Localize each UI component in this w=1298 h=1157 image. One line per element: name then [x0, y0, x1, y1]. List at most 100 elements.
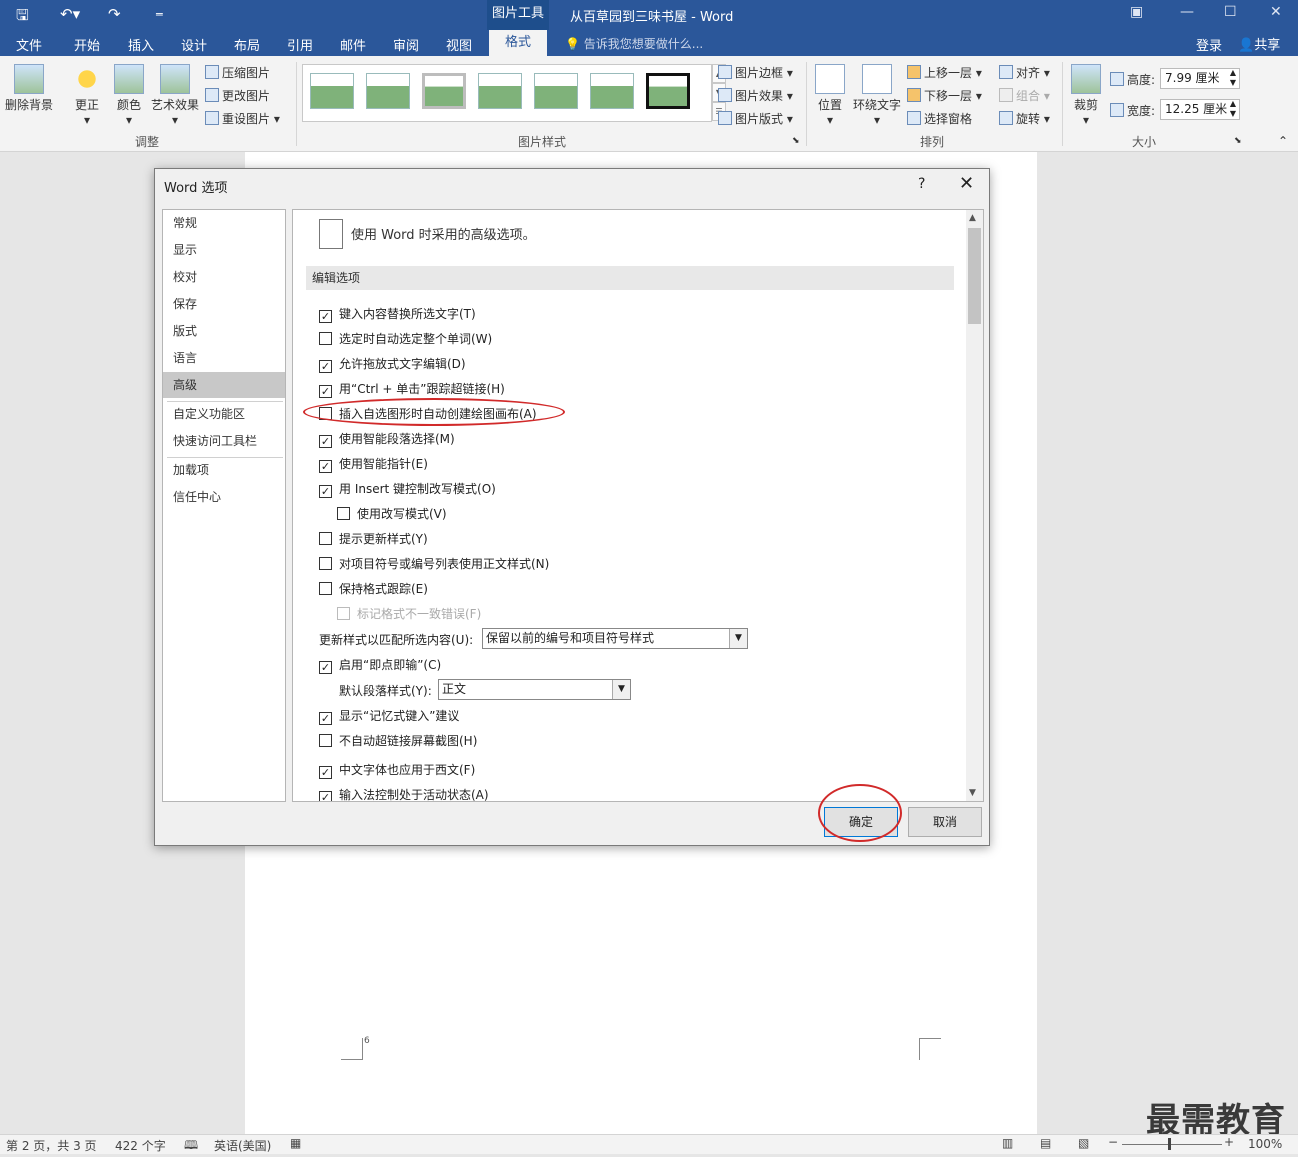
checkbox-icon[interactable]: [319, 734, 332, 747]
share-button[interactable]: 👤共享: [1238, 34, 1280, 53]
tab-references[interactable]: 引用: [287, 35, 313, 54]
crop-button[interactable]: 裁剪 ▾: [1070, 64, 1102, 127]
send-backward-button[interactable]: 下移一层 ▾: [907, 87, 982, 104]
color-button[interactable]: 颜色 ▾: [112, 64, 146, 127]
corrections-button[interactable]: 更正 ▾: [70, 64, 104, 127]
default-paragraph-select[interactable]: 正文 ▼: [438, 679, 631, 700]
word-count[interactable]: 422 个字: [115, 1137, 166, 1154]
picture-style-thumb[interactable]: [646, 73, 690, 109]
close-icon[interactable]: ✕: [959, 173, 974, 194]
selection-pane-button[interactable]: 选择窗格: [907, 110, 972, 127]
checkbox-checked-icon[interactable]: ✓: [319, 485, 332, 498]
option-normal-style-lists[interactable]: 对项目符号或编号列表使用正文样式(N): [319, 555, 549, 572]
cancel-button[interactable]: 取消: [908, 807, 982, 837]
align-button[interactable]: 对齐 ▾: [999, 64, 1050, 81]
remove-background-button[interactable]: 删除背景: [4, 64, 54, 113]
option-ctrl-click[interactable]: ✓ 用“Ctrl + 单击”跟踪超链接(H): [319, 380, 505, 398]
bring-forward-button[interactable]: 上移一层 ▾: [907, 64, 982, 81]
checkbox-icon[interactable]: [337, 507, 350, 520]
position-button[interactable]: 位置 ▾: [814, 64, 846, 127]
checkbox-icon[interactable]: [319, 557, 332, 570]
dialog-launcher-icon[interactable]: ⬊: [792, 136, 800, 146]
option-drag-drop[interactable]: ✓ 允许拖放式文字编辑(D): [319, 355, 466, 373]
tab-insert[interactable]: 插入: [128, 35, 154, 54]
picture-layout-button[interactable]: 图片版式 ▾: [718, 110, 793, 127]
help-icon[interactable]: ?: [918, 176, 925, 192]
print-layout-icon[interactable]: ▤: [1040, 1136, 1051, 1150]
chevron-down-icon[interactable]: ▼: [729, 629, 747, 648]
picture-style-thumb[interactable]: [422, 73, 466, 109]
scrollbar-thumb[interactable]: [968, 228, 981, 324]
option-auto-select-word[interactable]: 选定时自动选定整个单词(W): [319, 330, 492, 347]
option-autocomplete[interactable]: ✓ 显示“记忆式键入”建议: [319, 707, 459, 725]
option-no-hyperlink-screenshot[interactable]: 不自动超链接屏幕截图(H): [319, 732, 477, 749]
checkbox-checked-icon[interactable]: ✓: [319, 791, 332, 801]
picture-style-thumb[interactable]: [310, 73, 354, 109]
nav-trust-center[interactable]: 信任中心: [163, 484, 285, 510]
zoom-out-icon[interactable]: −: [1108, 1135, 1118, 1149]
tell-me-search[interactable]: 💡 告诉我您想要做什么...: [565, 35, 703, 52]
checkbox-checked-icon[interactable]: ✓: [319, 385, 332, 398]
macro-icon[interactable]: ▦: [290, 1136, 301, 1150]
checkbox-icon[interactable]: [319, 332, 332, 345]
zoom-slider-thumb[interactable]: [1168, 1138, 1171, 1150]
customize-qat-icon[interactable]: ═: [156, 8, 163, 21]
maximize-icon[interactable]: ☐: [1224, 4, 1237, 20]
checkbox-checked-icon[interactable]: ✓: [319, 766, 332, 779]
nav-quick-access[interactable]: 快速访问工具栏: [163, 428, 285, 454]
checkbox-checked-icon[interactable]: ✓: [319, 712, 332, 725]
nav-general[interactable]: 常规: [163, 210, 285, 236]
checkbox-icon[interactable]: [319, 582, 332, 595]
spinner-icon[interactable]: ▲ ▼: [1230, 99, 1236, 119]
checkbox-checked-icon[interactable]: ✓: [319, 310, 332, 323]
tab-layout[interactable]: 布局: [234, 35, 260, 54]
option-ime-active[interactable]: ✓ 输入法控制处于活动状态(A): [319, 786, 489, 801]
checkbox-icon[interactable]: [319, 532, 332, 545]
undo-icon[interactable]: ↶▾: [60, 5, 80, 23]
checkbox-checked-icon[interactable]: ✓: [319, 360, 332, 373]
tab-view[interactable]: 视图: [446, 35, 472, 54]
picture-style-thumb[interactable]: [590, 73, 634, 109]
close-window-icon[interactable]: ✕: [1270, 4, 1282, 20]
checkbox-checked-icon[interactable]: ✓: [319, 661, 332, 674]
rotate-button[interactable]: 旋转 ▾: [999, 110, 1050, 127]
zoom-level[interactable]: 100%: [1248, 1137, 1282, 1151]
group-button[interactable]: 组合 ▾: [999, 87, 1050, 104]
picture-style-thumb[interactable]: [534, 73, 578, 109]
option-smart-cursor[interactable]: ✓ 使用智能指针(E): [319, 455, 428, 473]
nav-addins[interactable]: 加载项: [163, 457, 285, 483]
size-launcher-icon[interactable]: ⬊: [1234, 136, 1242, 146]
nav-layout[interactable]: 版式: [163, 318, 285, 344]
redo-icon[interactable]: ↷: [108, 5, 121, 23]
nav-customize-ribbon[interactable]: 自定义功能区: [163, 401, 285, 427]
nav-display[interactable]: 显示: [163, 237, 285, 263]
picture-effects-button[interactable]: 图片效果 ▾: [718, 87, 793, 104]
nav-advanced[interactable]: 高级: [163, 372, 285, 398]
language[interactable]: 英语(美国): [214, 1137, 271, 1154]
update-style-select[interactable]: 保留以前的编号和项目符号样式 ▼: [482, 628, 748, 649]
zoom-in-icon[interactable]: +: [1224, 1135, 1234, 1149]
save-icon[interactable]: 🖫: [16, 5, 29, 30]
tab-mailings[interactable]: 邮件: [340, 35, 366, 54]
page-count[interactable]: 第 2 页，共 3 页: [6, 1137, 97, 1154]
web-layout-icon[interactable]: ▧: [1078, 1136, 1089, 1150]
collapse-ribbon-icon[interactable]: ⌃: [1278, 134, 1288, 148]
reset-picture-button[interactable]: 重设图片 ▾: [205, 110, 280, 127]
option-typing-replaces[interactable]: ✓ 键入内容替换所选文字(T): [319, 305, 476, 323]
tab-design[interactable]: 设计: [181, 35, 207, 54]
picture-border-button[interactable]: 图片边框 ▾: [718, 64, 793, 81]
picture-style-thumb[interactable]: [366, 73, 410, 109]
option-insert-key[interactable]: ✓ 用 Insert 键控制改写模式(O): [319, 480, 496, 498]
scroll-down-icon[interactable]: ▼: [969, 788, 976, 798]
minimize-icon[interactable]: —: [1180, 4, 1194, 20]
option-overtype[interactable]: 使用改写模式(V): [337, 505, 447, 522]
ribbon-display-icon[interactable]: ▣: [1130, 4, 1143, 20]
option-keep-format-tracking[interactable]: 保持格式跟踪(E): [319, 580, 428, 597]
checkbox-checked-icon[interactable]: ✓: [319, 435, 332, 448]
compress-pictures-button[interactable]: 压缩图片: [205, 64, 270, 81]
scroll-up-icon[interactable]: ▲: [969, 213, 976, 223]
content-scrollbar[interactable]: ▲ ▼: [966, 210, 983, 801]
spinner-icon[interactable]: ▲ ▼: [1230, 68, 1236, 88]
sign-in-link[interactable]: 登录: [1196, 35, 1222, 54]
nav-language[interactable]: 语言: [163, 345, 285, 371]
